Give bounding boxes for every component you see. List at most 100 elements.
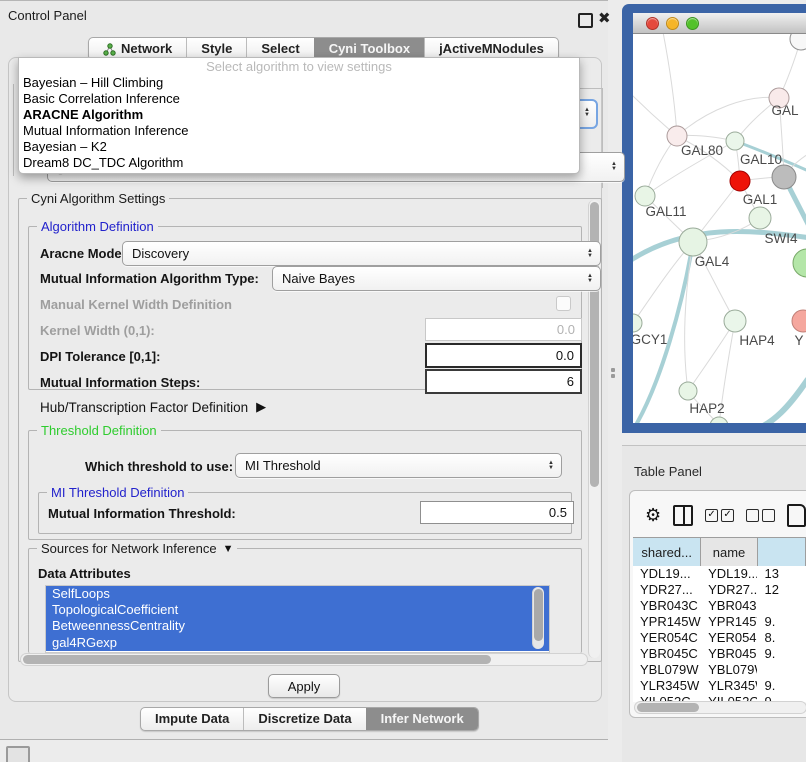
attributes-vscrollbar[interactable] (532, 587, 544, 649)
settings-hscrollbar-thumb[interactable] (23, 655, 491, 664)
network-node-label: GAL4 (695, 254, 730, 269)
bottom-tabbar: Impute DataDiscretize DataInfer Network (140, 707, 479, 731)
network-node-label: GAL11 (645, 204, 686, 219)
dropdown-item-dream8-dc-tdc-algorithm[interactable]: Dream8 DC_TDC Algorithm (19, 155, 579, 171)
table-toolbar: ⚙ ✓✓ (633, 498, 806, 532)
network-node[interactable] (790, 34, 806, 50)
column-header-name[interactable]: name (701, 538, 757, 567)
table-cell: YDL19... (633, 566, 701, 582)
export-table-icon[interactable] (787, 504, 806, 527)
table-row[interactable]: YER054CYER054C8. (633, 630, 806, 646)
mi-type-combobox[interactable]: Naive Bayes ▲▼ (272, 266, 601, 291)
network-window-titlebar[interactable] (633, 13, 806, 34)
table-cell: YBL079W (633, 662, 701, 678)
mi-type-label: Mutual Information Algorithm Type: (40, 271, 259, 286)
network-node-gal11[interactable] (635, 186, 655, 206)
network-node-y[interactable] (792, 310, 806, 332)
table-row[interactable]: YBR045CYBR045C9. (633, 646, 806, 662)
inference-groupbox-top-edge (578, 88, 603, 89)
tab-impute-data[interactable]: Impute Data (141, 708, 243, 730)
tab-discretize-data[interactable]: Discretize Data (243, 708, 365, 730)
table-cell: YBL079W (701, 662, 757, 678)
table-cell: YLR345W (633, 678, 701, 694)
network-edge (748, 379, 806, 423)
network-node-gal1[interactable] (730, 171, 750, 191)
which-threshold-combobox[interactable]: MI Threshold ▲▼ (235, 453, 562, 478)
tab-infer-network[interactable]: Infer Network (366, 708, 478, 730)
network-edge (688, 321, 735, 391)
mi-steps-field[interactable]: 6 (425, 369, 582, 394)
attributes-vscrollbar-thumb[interactable] (534, 589, 543, 641)
hide-columns-unchecked-icon[interactable] (746, 509, 775, 522)
close-traffic-light-icon[interactable] (646, 17, 659, 30)
mi-threshold-field[interactable]: 0.5 (420, 501, 574, 524)
network-node-gcy1[interactable] (633, 314, 642, 332)
sources-group-title-wrap[interactable]: Sources for Network Inference ▼ (37, 541, 237, 556)
table-hscrollbar[interactable] (634, 701, 806, 714)
aracne-mode-combobox[interactable]: Discovery ▲▼ (122, 241, 601, 266)
table-row[interactable]: YBR043CYBR043C (633, 598, 806, 614)
dropdown-item-basic-correlation-inference[interactable]: Basic Correlation Inference (19, 91, 579, 107)
float-panel-icon[interactable] (578, 13, 593, 28)
column-header-clipped[interactable] (758, 538, 806, 567)
attribute-item-betweennesscentrality[interactable]: BetweennessCentrality (46, 618, 549, 634)
table-row[interactable]: YBL079WYBL079W (633, 662, 806, 678)
network-canvas[interactable]: GALGAL80GAL10GAL1GAL11SWI4GAL4GCY1HAP4YH… (633, 34, 806, 423)
network-node-gal10[interactable] (726, 132, 744, 150)
table-cell: YBR045C (633, 646, 701, 662)
panel-divider-handle[interactable] (611, 368, 615, 378)
column-layout-icon[interactable] (673, 505, 693, 526)
kernel-width-field[interactable]: 0.0 (425, 318, 582, 341)
dpi-tolerance-field[interactable]: 0.0 (425, 343, 582, 368)
attribute-item-gal4rgexp[interactable]: gal4RGexp (46, 635, 549, 651)
dropdown-item-bayesian-hill-climbing[interactable]: Bayesian – Hill Climbing (19, 75, 579, 91)
network-icon (103, 43, 116, 56)
mi-threshold-group-title: MI Threshold Definition (47, 485, 188, 500)
network-node-hap2[interactable] (679, 382, 697, 400)
network-node-swi4[interactable] (749, 207, 771, 229)
hub-definition-expander[interactable]: Hub/Transcription Factor Definition ▶ (40, 399, 266, 415)
mi-type-value: Naive Bayes (282, 271, 355, 286)
apply-button[interactable]: Apply (268, 674, 340, 698)
network-edge (663, 34, 677, 136)
table-cell: YDR27... (633, 582, 701, 598)
table-cell: YPR145W (633, 614, 701, 630)
network-node-label: GAL80 (681, 143, 723, 158)
gear-icon[interactable]: ⚙ (645, 505, 661, 526)
control-panel-title: Control Panel (8, 8, 87, 23)
network-node-hap4[interactable] (724, 310, 746, 332)
attribute-item-selfloops[interactable]: SelfLoops (46, 586, 549, 602)
network-node-label: HAP2 (689, 401, 724, 416)
expander-arrow-right-icon: ▶ (256, 399, 266, 415)
zoom-traffic-light-icon[interactable] (686, 17, 699, 30)
threshold-definition-title: Threshold Definition (37, 423, 161, 438)
table-cell: YLR345W (701, 678, 757, 694)
dock-panel-icon[interactable] (6, 746, 30, 762)
table-cell: YDL19... (701, 566, 757, 582)
table-row[interactable]: YLR345WYLR345W9. (633, 678, 806, 694)
dropdown-item-aracne-algorithm[interactable]: ARACNE Algorithm (19, 107, 579, 123)
table-row[interactable]: YPR145WYPR145W9. (633, 614, 806, 630)
dropdown-item-bayesian-k2[interactable]: Bayesian – K2 (19, 139, 579, 155)
network-node[interactable] (793, 249, 806, 277)
table-body: YDL19...YDL19...13YDR27...YDR27...12YBR0… (633, 566, 806, 702)
network-node-label: GAL1 (743, 192, 778, 207)
show-columns-checked-icon[interactable]: ✓✓ (705, 509, 734, 522)
attribute-item-topologicalcoefficient[interactable]: TopologicalCoefficient (46, 602, 549, 618)
minimize-traffic-light-icon[interactable] (666, 17, 679, 30)
network-node-label: GCY1 (633, 332, 667, 347)
table-row[interactable]: YDR27...YDR27...12 (633, 582, 806, 598)
table-header-row: shared... name (633, 537, 806, 568)
network-edge (677, 97, 779, 136)
table-row[interactable]: YDL19...YDL19...13 (633, 566, 806, 582)
table-cell: YBR043C (701, 598, 757, 614)
table-hscrollbar-thumb[interactable] (637, 703, 699, 712)
hub-definition-label: Hub/Transcription Factor Definition (40, 400, 248, 415)
close-icon[interactable]: ✖ (598, 9, 611, 27)
dropdown-item-mutual-information-inference[interactable]: Mutual Information Inference (19, 123, 579, 139)
settings-hscrollbar[interactable] (20, 653, 588, 666)
manual-kernel-checkbox[interactable] (556, 296, 571, 311)
column-header-shared-name[interactable]: shared... (633, 538, 701, 567)
network-node[interactable] (772, 165, 796, 189)
network-node-gal4[interactable] (679, 228, 707, 256)
